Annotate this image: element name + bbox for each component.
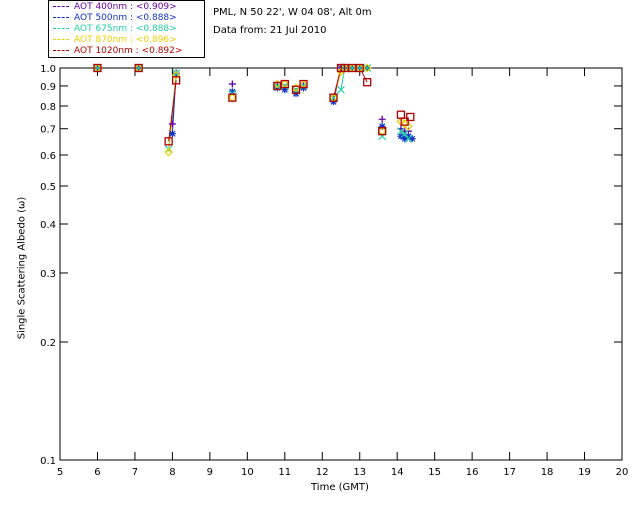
legend-swatch-400 (53, 6, 69, 7)
data-point (396, 110, 406, 119)
legend-swatch-1020 (53, 50, 69, 51)
legend-entry-870: AOT 870nm : <0.896> (53, 35, 177, 46)
x-tick-label: 6 (94, 467, 100, 478)
legend-label-1020: AOT 1020nm : <0.892> (74, 46, 183, 56)
legend: AOT 400nm : <0.909> AOT 500nm : <0.888> … (48, 0, 205, 58)
x-tick-label: 16 (466, 467, 479, 478)
y-tick-label: 0.7 (40, 125, 56, 136)
x-tick-label: 13 (353, 467, 366, 478)
legend-swatch-870 (53, 39, 69, 40)
legend-label-400: AOT 400nm : <0.909> (74, 2, 177, 12)
date-info: Data from: 21 Jul 2010 (213, 25, 327, 36)
x-axis-title: Time (GMT) (311, 482, 369, 493)
legend-label-675: AOT 675nm : <0.888> (74, 24, 177, 34)
data-point (378, 132, 387, 141)
scatter-chart: 5 6 7 8 9 10 11 12 13 14 15 16 17 18 19 20 1.0 0.9 0.8 0.7 0… (40, 63, 629, 478)
y-tick-label: 0.9 (40, 82, 56, 93)
x-tick-label: 17 (503, 467, 516, 478)
data-point (408, 135, 416, 143)
y-tick-label: 0.3 (40, 269, 56, 280)
legend-entry-675: AOT 675nm : <0.888> (53, 24, 177, 35)
x-tick-label: 8 (169, 467, 175, 478)
x-tick-label: 9 (207, 467, 213, 478)
data-point (228, 80, 236, 88)
x-tick-label: 10 (241, 467, 254, 478)
legend-label-870: AOT 870nm : <0.896> (74, 35, 177, 45)
x-tick-label: 14 (391, 467, 404, 478)
y-tick-label: 0.8 (40, 102, 56, 113)
data-point (227, 93, 237, 103)
x-tick-label: 11 (278, 467, 291, 478)
legend-swatch-675 (53, 28, 69, 29)
y-tick-label: 0.1 (40, 456, 56, 467)
site-info: PML, N 50 22', W 04 08', Alt 0m (213, 7, 372, 18)
data-point (378, 115, 386, 123)
data-point (378, 122, 386, 130)
x-tick-label: 20 (616, 467, 629, 478)
data-point (168, 130, 176, 138)
legend-entry-400: AOT 400nm : <0.909> (53, 2, 177, 13)
legend-entry-500: AOT 500nm : <0.888> (53, 13, 177, 24)
x-tick-label: 15 (428, 467, 441, 478)
plot-frame (59, 67, 623, 461)
data-point (228, 93, 237, 102)
legend-swatch-500 (53, 17, 69, 18)
y-axis-title: Single Scattering Albedo (ω) (16, 196, 28, 340)
y-tick-label: 1.0 (40, 64, 56, 75)
y-tick-label: 0.4 (40, 220, 56, 231)
y-tick-label: 0.6 (40, 151, 56, 162)
x-tick-label: 7 (132, 467, 138, 478)
x-tick-label: 12 (316, 467, 329, 478)
y-tick-label: 0.5 (40, 182, 56, 193)
x-tick-label: 18 (541, 467, 554, 478)
legend-label-500: AOT 500nm : <0.888> (74, 13, 177, 23)
x-tick-label: 5 (57, 467, 63, 478)
x-tick-label: 19 (578, 467, 591, 478)
y-tick-label: 0.2 (40, 338, 56, 349)
legend-entry-1020: AOT 1020nm : <0.892> (53, 46, 182, 57)
data-point (168, 120, 176, 128)
